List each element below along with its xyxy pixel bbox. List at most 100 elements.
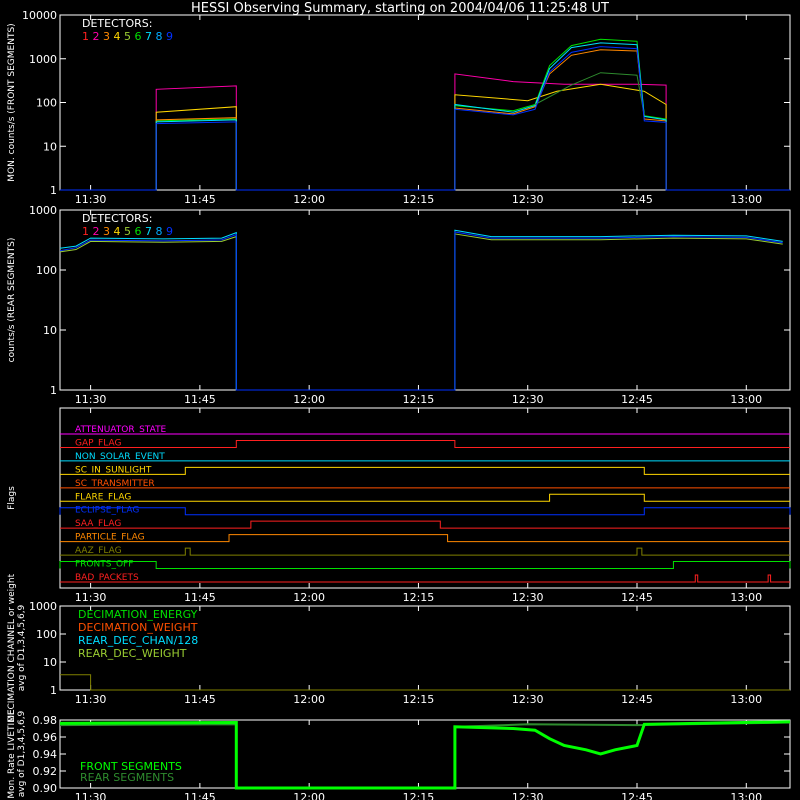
flag-label: PARTICLE_FLAG [75,533,145,543]
decimation-ytick-label: 1000 [29,600,57,613]
flag-line-flare_flag [60,493,790,502]
decimation-ytick-label: 100 [36,628,57,641]
rear-xtick-label: 12:15 [403,393,435,406]
livetime-ylabel: Mon. Rate LIVETIME [7,709,17,799]
decimation-ytick-label: 1 [50,684,57,697]
rear-xtick-label: 11:30 [75,393,107,406]
flag-line-particle_flag [60,534,790,543]
front-legend-item-3: 3 [103,30,110,43]
decimation-legend-item: REAR_DEC_WEIGHT [78,647,187,660]
rear-ylabel: counts/s (REAR SEGMENTS) [7,238,17,363]
front-xtick-label: 12:45 [621,193,653,206]
panel-decimation: 11:30 11:45 12:00 12:15 12:30 12:45 13:00 1 10 10… [7,573,791,722]
rear-xtick-label: 12:30 [512,393,544,406]
flag-label: FRONTS_OFF [75,560,133,570]
flag-line-sc_in_sunlight [60,466,790,475]
livetime-xtick-label: 12:45 [621,791,653,800]
rear-legend-item-7: 7 [145,225,152,238]
livetime-ytick-label: 0.96 [33,731,58,744]
livetime-xtick-label: 11:45 [184,791,216,800]
flags-xtick-label: 11:30 [75,591,107,604]
front-ytick-label: 10 [43,140,57,153]
flags-ylabel: Flags [7,486,17,510]
front-ytick-label: 1000 [29,53,57,66]
decimation-xtick-label: 12:00 [293,693,325,706]
front-legend-item-9: 9 [166,30,173,43]
front-series-4 [60,42,790,191]
front-series-3 [60,49,790,191]
flags-xtick-label: 12:30 [512,591,544,604]
decimation-ylabel: avg of D1,3,4,5,6,9 [17,604,27,691]
flag-line-eclipse_flag [59,507,791,516]
hessi-summary-figure: HESSI Observing Summary, starting on 200… [7,1,791,800]
decimation-xtick-label: 12:15 [403,693,435,706]
decimation-legend-item: REAR_DEC_CHAN/128 [78,634,198,647]
flag-label: GAP_FLAG [75,438,121,448]
front-legend-title: DETECTORS: [82,17,152,30]
front-series-1 [60,83,790,191]
front-xtick-label: 12:15 [403,193,435,206]
front-ytick-label: 100 [36,97,57,110]
rear-legend-item-1: 1 [82,225,89,238]
front-ytick-label: 1 [50,184,57,197]
livetime-xtick-label: 12:30 [512,791,544,800]
flag-label: AAZ_FLAG [75,546,122,556]
front-legend-item-7: 7 [145,30,152,43]
decimation-legend-item: DECIMATION_WEIGHT [78,621,198,634]
decimation-ytick-label: 10 [43,656,57,669]
decimation-series-0 [60,674,790,691]
flag-line-gap_flag [60,439,790,448]
front-xtick-label: 11:30 [75,193,107,206]
front-legend-item-4: 4 [114,30,121,43]
flag-line-bad_packets [60,574,790,583]
livetime-ytick-label: 0.90 [33,782,58,795]
flags-xtick-label: 11:45 [184,591,216,604]
decimation-xtick-label: 13:00 [730,693,762,706]
front-legend-item-1: 1 [82,30,89,43]
front-xtick-label: 12:00 [293,193,325,206]
flags-xtick-label: 13:00 [730,591,762,604]
flag-label: BAD_PACKETS [75,573,139,583]
front-ytick-label: 10000 [22,9,57,22]
rear-legend-item-8: 8 [156,225,163,238]
front-series-2 [60,38,790,191]
livetime-xtick-label: 11:30 [75,791,107,800]
rear-series-2 [59,231,783,391]
flag-label: SC_IN_SUNLIGHT [75,465,152,475]
livetime-ylabel: avg of D1,3,4,5,6,9 [17,710,27,797]
flags-frame [59,407,791,589]
livetime-ytick-label: 0.92 [33,765,58,778]
livetime-xtick-label: 12:15 [403,791,435,800]
flag-line-fronts_off [59,561,791,570]
rear-legend-item-2: 2 [93,225,100,238]
front-series-0 [60,73,790,191]
front-series-6 [60,46,790,191]
rear-legend-item-4: 4 [114,225,121,238]
rear-series-1 [59,229,783,391]
rear-ytick-label: 1 [50,384,57,397]
flag-label: NON_SOLAR_EVENT [75,452,165,462]
livetime-xtick-label: 12:00 [293,791,325,800]
flags-xtick-label: 12:45 [621,591,653,604]
front-series-5 [534,72,645,116]
figure-title: HESSI Observing Summary, starting on 200… [191,1,609,16]
rear-ytick-label: 10 [43,324,57,337]
front-xtick-label: 11:45 [184,193,216,206]
flag-line-aaz_flag [60,547,790,556]
rear-legend-item-3: 3 [103,225,110,238]
decimation-legend-item: DECIMATION_ENERGY [78,608,198,621]
flag-label: ATTENUATOR_STATE [75,425,167,435]
rear-legend-title: DETECTORS: [82,212,152,225]
flag-label: SAA_FLAG [75,519,121,529]
livetime-ytick-label: 0.94 [33,748,58,761]
decimation-ylabel: DECIMATION CHANNEL or weight [7,573,17,722]
panel-flags: 11:30 11:45 12:00 12:15 12:30 12:45 13:00 Flags… [7,407,791,604]
decimation-xtick-label: 12:45 [621,693,653,706]
rear-xtick-label: 13:00 [730,393,762,406]
decimation-xtick-label: 12:30 [512,693,544,706]
flag-label: FLARE_FLAG [75,492,131,502]
front-legend-item-8: 8 [156,30,163,43]
rear-xtick-label: 12:00 [293,393,325,406]
rear-series-0 [59,233,783,391]
rear-legend-item-5: 5 [124,225,131,238]
